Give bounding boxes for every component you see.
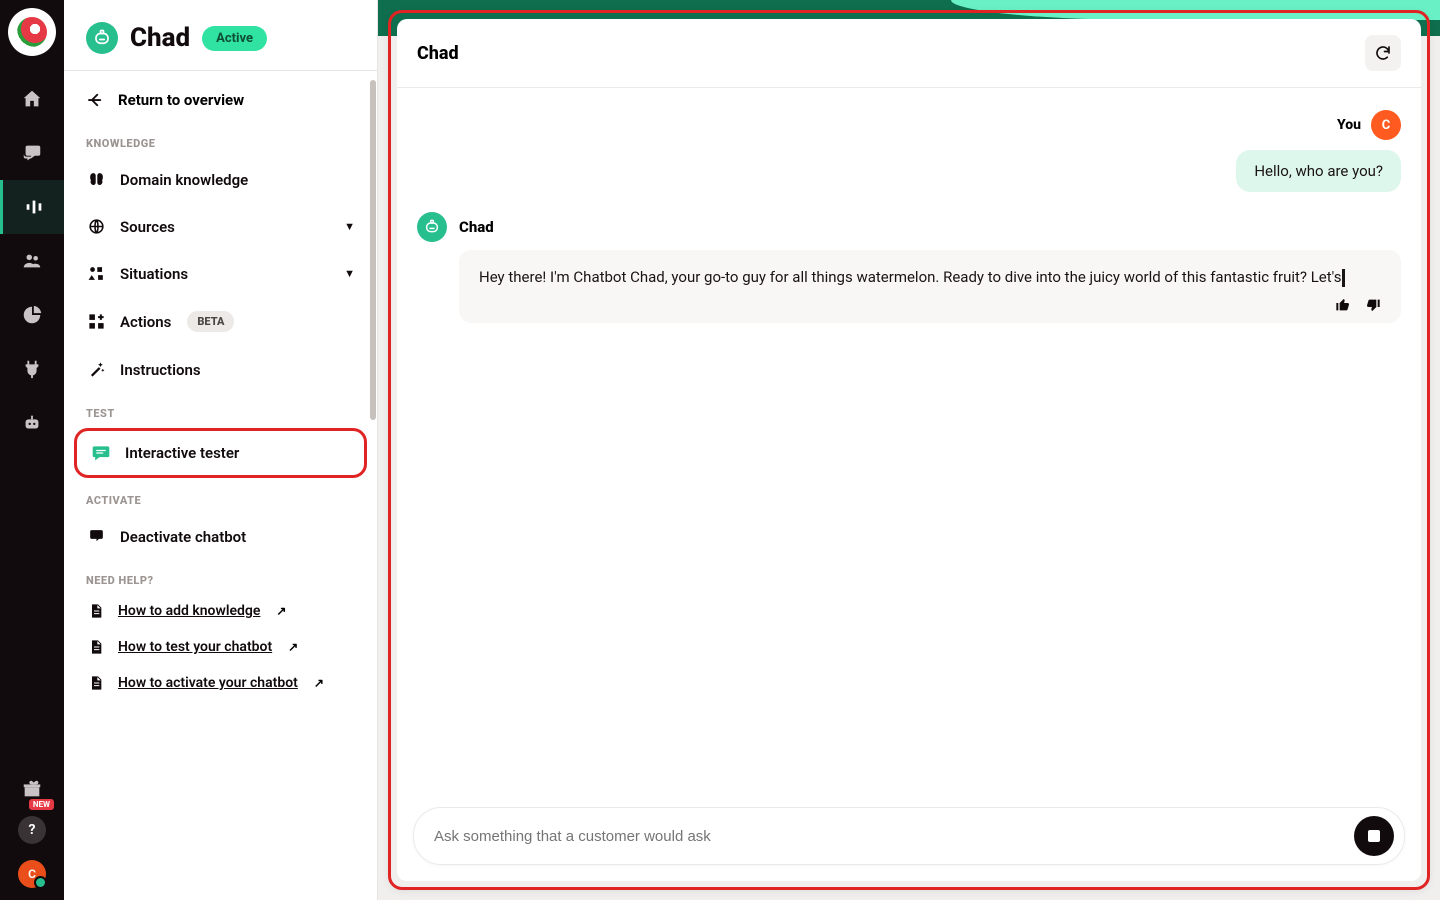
apps-plus-icon <box>86 312 106 331</box>
bot-face-icon <box>424 219 440 235</box>
bot-avatar <box>86 22 118 54</box>
user-message-bubble: Hello, who are you? <box>1236 150 1401 192</box>
chat-input[interactable] <box>434 828 1354 845</box>
plug-icon <box>21 358 43 380</box>
rail-contacts[interactable] <box>0 234 64 288</box>
nav-interactive-tester[interactable]: Interactive tester <box>74 428 367 478</box>
external-link-icon: ↗ <box>314 676 324 690</box>
equalizer-icon <box>23 196 45 218</box>
refresh-button[interactable] <box>1365 35 1401 71</box>
magic-wand-icon <box>86 360 106 379</box>
section-activate: ACTIVATE <box>64 480 377 513</box>
chevron-down-icon: ▼ <box>344 220 355 233</box>
main-area: Chad You C <box>378 0 1440 900</box>
chat-bubbles-icon <box>21 142 43 164</box>
you-label: You <box>1337 117 1361 133</box>
thumbs-down-button[interactable] <box>1365 297 1381 313</box>
chat-body: You C Hello, who are you? <box>397 88 1421 797</box>
user-avatar: C <box>1371 110 1401 140</box>
sidebar-scrollbar[interactable] <box>369 80 377 900</box>
return-to-overview[interactable]: Return to overview <box>64 71 377 123</box>
sidebar: Chad Active Return to overview KNOWLEDGE… <box>64 0 378 900</box>
nav-domain-knowledge[interactable]: Domain knowledge <box>64 156 377 203</box>
chat-input-bar <box>413 807 1405 865</box>
chat-header: Chad <box>397 19 1421 88</box>
external-link-icon: ↗ <box>276 604 286 618</box>
document-icon <box>86 603 106 619</box>
bot-message-row: Chad Hey there! I'm Chatbot Chad, your g… <box>417 212 1401 323</box>
new-badge: NEW <box>29 799 54 810</box>
robot-icon <box>21 412 43 434</box>
user-message-row: You C Hello, who are you? <box>417 110 1401 192</box>
rail-user-avatar[interactable]: C <box>18 860 46 888</box>
external-link-icon: ↗ <box>288 640 298 654</box>
bot-name-label: Chad <box>459 218 494 236</box>
home-icon <box>21 88 43 110</box>
section-knowledge: KNOWLEDGE <box>64 123 377 156</box>
sidebar-bot-name: Chad <box>130 23 190 53</box>
chat-bubbles-icon <box>86 527 106 546</box>
chevron-down-icon: ▼ <box>344 267 355 280</box>
nav-actions[interactable]: Actions BETA <box>64 297 377 346</box>
rail-bot[interactable] <box>0 396 64 450</box>
question-mark-icon: ? <box>29 822 36 838</box>
rail-help[interactable]: ? <box>18 816 46 844</box>
nav-deactivate[interactable]: Deactivate chatbot <box>64 513 377 560</box>
nav-situations[interactable]: Situations ▼ <box>64 250 377 297</box>
chat-panel: Chad You C <box>388 10 1430 890</box>
nav-rail: NEW ? C <box>0 0 64 900</box>
stop-icon <box>1368 830 1380 842</box>
thumbs-down-icon <box>1365 297 1381 313</box>
rail-home[interactable] <box>0 72 64 126</box>
nav-instructions[interactable]: Instructions <box>64 346 377 393</box>
bot-face-icon <box>93 29 111 47</box>
rail-gifts[interactable]: NEW <box>0 762 64 816</box>
pie-chart-icon <box>21 304 43 326</box>
status-badge: Active <box>202 26 267 51</box>
shapes-icon <box>86 264 106 283</box>
chat-title: Chad <box>417 43 459 64</box>
sidebar-header: Chad Active <box>64 18 377 71</box>
thumbs-up-icon <box>1335 297 1351 313</box>
rail-integrations[interactable] <box>0 342 64 396</box>
chat-icon <box>91 443 111 463</box>
help-test-chatbot[interactable]: How to test your chatbot ↗ <box>64 629 377 665</box>
section-help: NEED HELP? <box>64 560 377 593</box>
refresh-icon <box>1374 44 1392 62</box>
document-icon <box>86 639 106 655</box>
help-activate-chatbot[interactable]: How to activate your chatbot ↗ <box>64 665 377 701</box>
rail-conversations[interactable] <box>0 126 64 180</box>
app-logo[interactable] <box>8 8 56 56</box>
help-add-knowledge[interactable]: How to add knowledge ↗ <box>64 593 377 629</box>
bot-avatar-small <box>417 212 447 242</box>
document-icon <box>86 675 106 691</box>
globe-icon <box>86 217 106 236</box>
gift-icon <box>21 778 43 800</box>
brain-icon <box>86 170 106 189</box>
section-test: TEST <box>64 393 377 426</box>
rail-chatbot[interactable] <box>0 180 64 234</box>
nav-sources[interactable]: Sources ▼ <box>64 203 377 250</box>
thumbs-up-button[interactable] <box>1335 297 1351 313</box>
typing-cursor <box>1342 269 1345 287</box>
arrow-left-icon <box>86 91 104 109</box>
people-icon <box>21 250 43 272</box>
rail-reports[interactable] <box>0 288 64 342</box>
bot-message-bubble: Hey there! I'm Chatbot Chad, your go-to … <box>459 250 1401 323</box>
stop-button[interactable] <box>1354 816 1394 856</box>
beta-badge: BETA <box>187 311 234 332</box>
